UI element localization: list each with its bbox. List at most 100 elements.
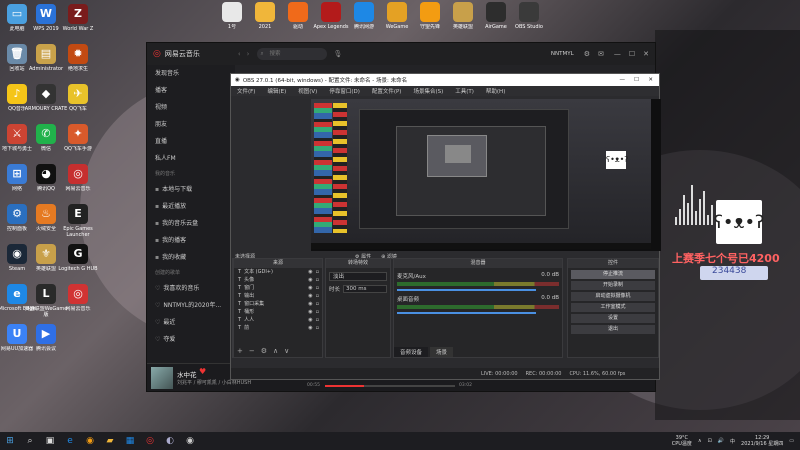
back-icon[interactable]: ‹ — [238, 50, 241, 58]
lock-icon[interactable]: ▫ — [316, 324, 319, 332]
edge-icon[interactable]: e — [63, 434, 77, 448]
sidebar-item[interactable]: ♡ 最近 — [147, 314, 235, 331]
obs-menu-item[interactable]: 停靠窗口(D) — [329, 87, 360, 95]
task-view-icon[interactable]: ▣ — [43, 434, 57, 448]
obs-control-button[interactable]: 工作室模式 — [571, 303, 655, 312]
eye-icon[interactable]: ◉ — [308, 268, 312, 276]
obs-menu-item[interactable]: 场景集合(S) — [413, 87, 443, 95]
source-row[interactable]: T 桶形 ◉ ▫ — [234, 308, 322, 316]
sidebar-item[interactable]: ▪ 我的播客 — [147, 232, 235, 249]
volume-slider[interactable] — [397, 312, 537, 314]
obs-close-icon[interactable]: ✕ — [648, 77, 653, 83]
obs-maximize-icon[interactable]: ☐ — [634, 77, 639, 83]
source-row[interactable]: T 前 ◉ ▫ — [234, 324, 322, 332]
obs-minimize-icon[interactable]: — — [620, 77, 626, 83]
tray-arrow-icon[interactable]: ∧ — [698, 438, 702, 444]
notification-icon[interactable]: ▭ — [789, 438, 794, 444]
lock-icon[interactable]: ▫ — [316, 316, 319, 324]
search-icon[interactable]: ⌕ — [23, 434, 37, 448]
desktop-shortcut[interactable]: E Epic Games Launcher — [56, 204, 100, 238]
lock-icon[interactable]: ▫ — [316, 268, 319, 276]
obs-control-button[interactable]: 停止推流 — [571, 270, 655, 279]
lock-icon[interactable]: ▫ — [316, 292, 319, 300]
start-icon[interactable]: ⊞ — [3, 434, 17, 448]
sidebar-item[interactable]: ▪ 本地与下载 — [147, 181, 235, 198]
tab-audio-devices[interactable]: 音频设备 — [394, 347, 429, 357]
sidebar-item[interactable]: 视频 — [147, 99, 235, 116]
sidebar-item[interactable]: ▪ 我的收藏 — [147, 249, 235, 266]
volume-icon[interactable]: 🔊 — [718, 438, 724, 444]
firefox-icon[interactable]: ◉ — [83, 434, 97, 448]
settings-icon[interactable]: ⚙ — [584, 50, 590, 58]
desktop-shortcut[interactable]: G Logitech G HUB — [56, 244, 100, 278]
sidebar-item[interactable]: 直播 — [147, 133, 235, 150]
source-row[interactable]: T 输出 ◉ ▫ — [234, 292, 322, 300]
ime-icon[interactable]: 中 — [730, 438, 735, 445]
close-icon[interactable]: ✕ — [643, 50, 649, 58]
minimize-icon[interactable]: — — [614, 50, 621, 58]
lock-icon[interactable]: ▫ — [316, 276, 319, 284]
source-row[interactable]: T 头像 ◉ ▫ — [234, 276, 322, 284]
steam-icon[interactable]: ◐ — [163, 434, 177, 448]
obs-icon[interactable]: ◉ — [183, 434, 197, 448]
file-explorer-icon[interactable]: ▰ — [103, 434, 117, 448]
obs-menu-item[interactable]: 文件(F) — [237, 87, 255, 95]
add-source-icon[interactable]: + — [237, 347, 243, 355]
sidebar-item[interactable]: ♡ 我喜欢的音乐 — [147, 280, 235, 297]
desktop-shortcut[interactable]: ▶ 腾讯会议 — [24, 324, 68, 358]
obs-menu-item[interactable]: 视图(V) — [298, 87, 317, 95]
progress-bar[interactable] — [325, 385, 455, 387]
obs-menu-item[interactable]: 工具(T) — [455, 87, 474, 95]
obs-preview-canvas[interactable]: ʕ•ᴥ•ʔ — [311, 99, 661, 251]
eye-icon[interactable]: ◉ — [308, 276, 312, 284]
obs-control-button[interactable]: 开始录制 — [571, 281, 655, 290]
obs-window[interactable]: ◉ OBS 27.0.1 (64-bit, windows) - 配置文件: 未… — [230, 73, 661, 380]
source-row[interactable]: T 文本 (GDI+) ◉ ▫ — [234, 268, 322, 276]
source-row[interactable]: T 窗口采集 ◉ ▫ — [234, 300, 322, 308]
sidebar-item[interactable]: 播客 — [147, 82, 235, 99]
sidebar-item[interactable]: ▪ 我的音乐云盘 — [147, 215, 235, 232]
maximize-icon[interactable]: ☐ — [629, 50, 635, 58]
user-name[interactable]: NNTMYL — [551, 51, 574, 57]
like-heart-icon[interactable]: ♥ — [199, 367, 206, 376]
desktop-shortcut[interactable]: ✈ QQ飞车 — [56, 84, 100, 118]
transition-select[interactable]: 淡出 — [329, 272, 387, 281]
mic-icon[interactable]: 🎙 — [333, 50, 342, 58]
tab-scene[interactable]: 场景 — [430, 347, 454, 357]
obs-menu-item[interactable]: 编辑(E) — [267, 87, 286, 95]
obs-control-button[interactable]: 设置 — [571, 314, 655, 323]
desktop-shortcut[interactable]: OBS Studio — [507, 2, 551, 36]
clock[interactable]: 12:29 2021/9/16 星期四 — [741, 435, 783, 447]
remove-source-icon[interactable]: − — [249, 347, 255, 355]
forward-icon[interactable]: › — [247, 50, 250, 58]
eye-icon[interactable]: ◉ — [308, 324, 312, 332]
obs-control-button[interactable]: 退出 — [571, 325, 655, 334]
desktop-shortcut[interactable]: ◎ 网易云音乐 — [56, 164, 100, 198]
network-icon[interactable]: ⊡ — [708, 438, 712, 444]
desktop-shortcut[interactable]: ✹ 绝地求生 — [56, 44, 100, 78]
eye-icon[interactable]: ◉ — [308, 300, 312, 308]
desktop-shortcut[interactable]: Z World War Z — [56, 4, 100, 38]
sidebar-item[interactable]: 朋友 — [147, 116, 235, 133]
eye-icon[interactable]: ◉ — [308, 316, 312, 324]
eye-icon[interactable]: ◉ — [308, 292, 312, 300]
song-artist[interactable]: 刘兆平 / 穆可凯凯 / 小白林HUSH — [177, 379, 251, 386]
obs-control-button[interactable]: 启动虚拟摄像机 — [571, 292, 655, 301]
music-search-input[interactable]: ⌕ 搜索 — [257, 48, 328, 60]
duration-input[interactable]: 300 ms — [343, 285, 387, 293]
sidebar-item[interactable]: 发现音乐 — [147, 65, 235, 82]
obs-menu-item[interactable]: 配置文件(P) — [372, 87, 402, 95]
album-art-image[interactable] — [151, 367, 173, 389]
source-settings-icon[interactable]: ⚙ — [261, 347, 267, 355]
eye-icon[interactable]: ◉ — [308, 308, 312, 316]
lock-icon[interactable]: ▫ — [316, 300, 319, 308]
store-icon[interactable]: ▦ — [123, 434, 137, 448]
netease-music-icon[interactable]: ◎ — [143, 434, 157, 448]
lock-icon[interactable]: ▫ — [316, 284, 319, 292]
mail-icon[interactable]: ✉ — [598, 50, 604, 58]
desktop-shortcut[interactable]: ◎ 网易云音乐 — [56, 284, 100, 318]
move-down-icon[interactable]: ∨ — [284, 347, 289, 355]
song-title[interactable]: 水中花 — [177, 369, 197, 379]
sidebar-item[interactable]: ▪ 最近播放 — [147, 198, 235, 215]
sidebar-item[interactable]: ♡ 夺爱 — [147, 331, 235, 348]
